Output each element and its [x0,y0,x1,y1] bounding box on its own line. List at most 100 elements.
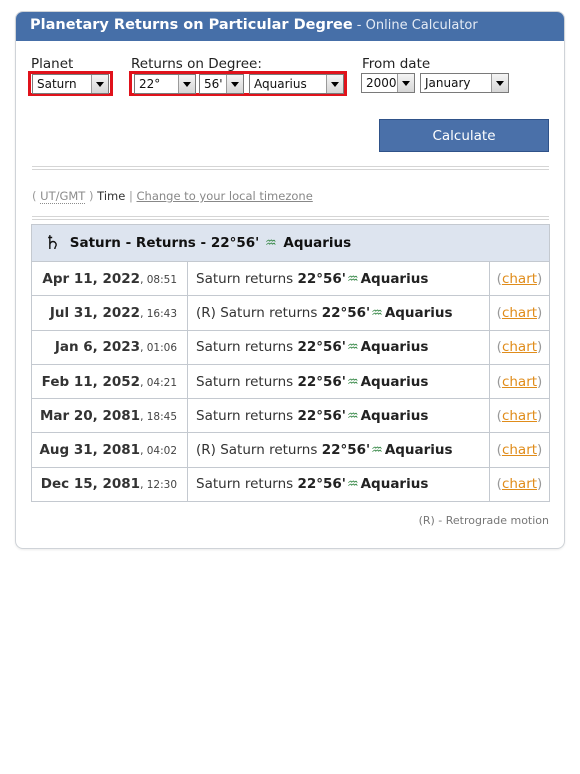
return-time: , 16:43 [140,307,177,320]
return-sign: Aquarius [360,339,429,356]
returns-text: Saturn returns [196,270,294,287]
return-sign: Aquarius [384,442,453,459]
return-time: , 12:30 [140,479,177,492]
planet-highlight: Saturn [28,71,113,96]
chevron-down-icon[interactable] [91,75,108,93]
date-cell: Jul 31, 2022, 16:43 [31,295,188,331]
return-degree: 22°56' [297,407,346,424]
return-degree: 22°56' [321,304,371,321]
retrograde-footnote: (R) - Retrograde motion [418,514,549,527]
table-row: Jul 31, 2022, 16:43 (R) Saturn returns 2… [31,295,550,331]
return-date: Mar 20, 2081 [39,407,141,424]
page-subtitle: Online Calculator [365,18,478,33]
change-timezone-link[interactable]: Change to your local timezone [137,189,313,203]
chevron-down-icon[interactable] [491,74,508,92]
chart-cell: (chart) [489,295,550,331]
return-sign: Aquarius [384,304,453,321]
chart-cell: (chart) [489,466,550,503]
year-select[interactable]: 2000 [361,73,415,93]
table-row: Aug 31, 2081, 04:02 (R) Saturn returns 2… [31,432,550,468]
from-date-label: From date [362,56,431,72]
minute-select[interactable]: 56' [199,74,244,94]
return-degree: 22°56' [297,270,346,287]
degree-select-value: 22° [139,77,161,91]
chart-link[interactable]: chart [502,408,537,424]
results-header: ♄ Saturn - Returns - 22°56' ♒ Aquarius [31,224,550,262]
page-title: Planetary Returns on Particular Degree [30,17,353,33]
chart-cell: (chart) [489,260,550,297]
return-time: , 04:02 [140,445,177,458]
calculator-panel: Planetary Returns on Particular Degree -… [15,11,565,549]
description-cell: Saturn returns 22°56'♒ Aquarius [187,329,490,365]
aquarius-icon: ♒ [371,443,383,459]
year-select-value: 2000 [366,76,397,90]
degree-select[interactable]: 22° [134,74,196,94]
return-degree: 22°56' [297,373,346,390]
results-table: ♄ Saturn - Returns - 22°56' ♒ Aquarius A… [31,224,550,503]
description-cell: (R) Saturn returns 22°56'♒ Aquarius [187,295,490,331]
returns-text: Saturn returns [220,304,318,321]
planet-select[interactable]: Saturn [32,74,109,94]
chevron-down-icon[interactable] [326,75,343,93]
title-separator: - [352,18,366,33]
paren-open: ( [32,189,37,203]
table-row: Feb 11, 2052, 04:21 Saturn returns 22°56… [31,363,550,400]
returns-degree-highlight: 22° 56' Aquarius [129,71,347,96]
retrograde-marker: (R) [196,442,221,459]
aquarius-icon: ♒ [346,374,359,390]
month-select[interactable]: January [420,73,509,93]
date-cell: Feb 11, 2052, 04:21 [31,363,188,400]
returns-text: Saturn returns [196,339,294,356]
aquarius-icon: ♒ [346,408,359,424]
chart-cell: (chart) [489,329,550,365]
calculate-button[interactable]: Calculate [379,119,549,152]
chart-link[interactable]: chart [502,442,537,458]
chevron-down-icon[interactable] [178,75,195,93]
return-time: , 04:21 [140,376,177,389]
return-degree: 22°56' [297,339,346,356]
chevron-down-icon[interactable] [397,74,414,92]
divider [32,166,549,170]
time-label: Time [97,189,126,203]
return-sign: Aquarius [360,476,429,493]
chevron-down-icon[interactable] [226,75,243,93]
table-row: Mar 20, 2081, 18:45 Saturn returns 22°56… [31,398,550,434]
return-date: Jul 31, 2022 [49,304,141,321]
return-time: , 01:06 [140,342,177,355]
paren-close: ) [89,189,94,203]
return-time: , 18:45 [140,410,177,423]
chart-link[interactable]: chart [502,339,537,355]
return-date: Dec 15, 2081 [40,476,141,493]
chart-link[interactable]: chart [502,374,537,390]
returns-text: Saturn returns [196,407,294,424]
chart-cell: (chart) [489,398,550,434]
sign-select[interactable]: Aquarius [249,74,344,94]
return-sign: Aquarius [360,407,429,424]
minute-select-value: 56' [204,77,223,91]
timezone-line: ( UT/GMT ) Time | Change to your local t… [32,189,313,204]
returns-text: Saturn returns [196,373,294,390]
return-date: Aug 31, 2081 [39,442,141,459]
description-cell: Saturn returns 22°56'♒ Aquarius [187,398,490,434]
description-cell: Saturn returns 22°56'♒ Aquarius [187,363,490,400]
description-cell: (R) Saturn returns 22°56'♒ Aquarius [187,432,490,468]
table-row: Jan 6, 2023, 01:06 Saturn returns 22°56'… [31,329,550,365]
chart-link[interactable]: chart [502,271,537,287]
return-sign: Aquarius [360,270,429,287]
return-date: Feb 11, 2052 [41,373,141,390]
aquarius-icon: ♒ [346,340,359,356]
aquarius-icon: ♒ [371,305,383,321]
aquarius-icon: ♒ [346,271,359,287]
date-cell: Mar 20, 2081, 18:45 [31,398,188,434]
results-header-text: Saturn - Returns - 22°56' [69,235,260,251]
results-header-sign: Aquarius [283,235,352,251]
planet-select-value: Saturn [37,77,77,91]
aquarius-icon: ♒ [346,477,359,493]
chart-link[interactable]: chart [502,476,537,492]
description-cell: Saturn returns 22°56'♒ Aquarius [187,260,490,297]
chart-cell: (chart) [489,432,550,468]
chart-link[interactable]: chart [502,305,537,321]
aquarius-icon: ♒ [265,236,277,251]
date-cell: Jan 6, 2023, 01:06 [31,329,188,365]
table-row: Dec 15, 2081, 12:30 Saturn returns 22°56… [31,466,550,503]
